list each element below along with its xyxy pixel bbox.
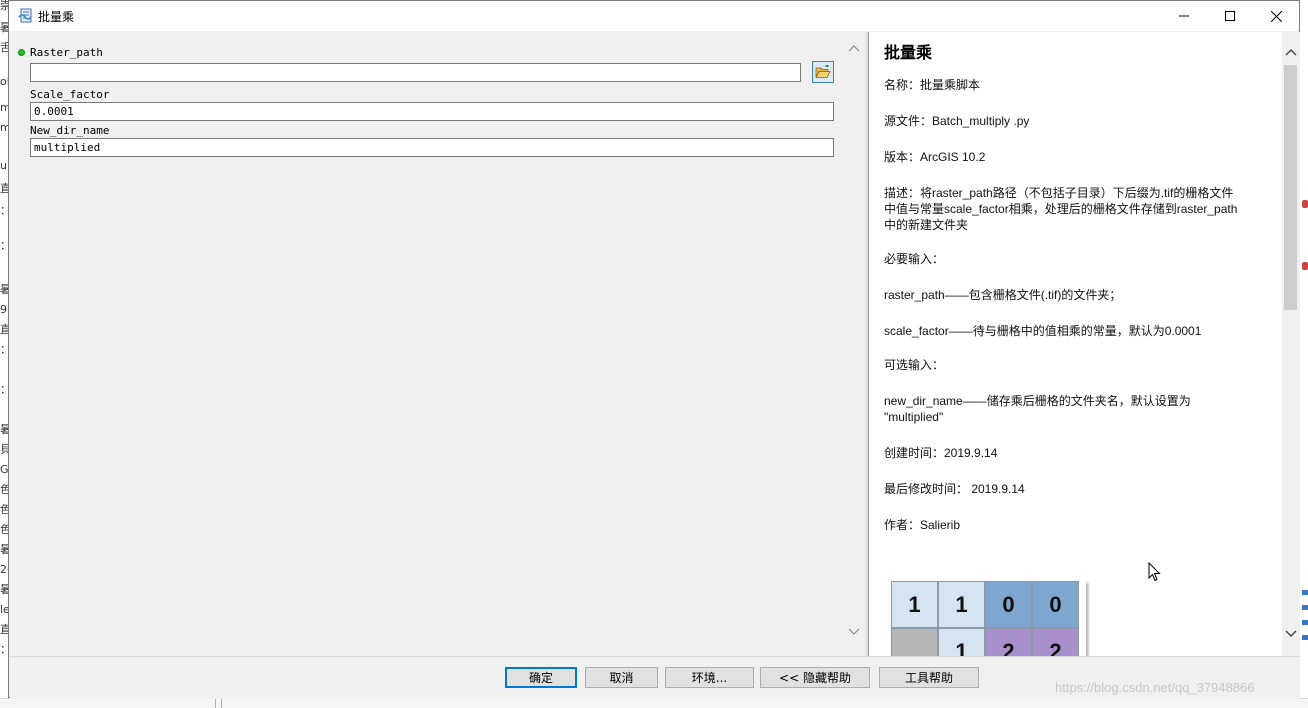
parameters-scrollbar[interactable]: [846, 44, 862, 650]
required-indicator-icon: [18, 49, 25, 56]
grid-cell: 1: [938, 628, 985, 656]
help-title: 批量乘: [884, 43, 933, 62]
background-glyph: 9: [0, 303, 7, 316]
environments-button[interactable]: 环境...: [665, 667, 754, 688]
scale-factor-input[interactable]: 0.0001: [30, 102, 834, 121]
scroll-up-icon[interactable]: [1285, 46, 1297, 59]
watermark-text: https://blog.csdn.net/qq_37948866: [1055, 680, 1255, 695]
ok-button[interactable]: 确定: [505, 667, 577, 688]
help-required-item: raster_path——包含栅格文件(.tif)的文件夹；: [884, 288, 1122, 302]
parameters-pane: Raster_path Scale_factor 0.0001 New_dir_…: [10, 32, 866, 656]
help-panel: 批量乘 名称：批量乘脚本 源文件：Batch_multiply .py 版本：A…: [868, 32, 1283, 656]
help-description-line: 描述：将raster_path路径（不包括子目录）下后缀为.tif的栅格文件: [884, 186, 1234, 200]
script-tool-icon: [18, 8, 32, 23]
raster-grid-illustration: 1 1 0 0 1 2 2: [891, 581, 1086, 656]
grid-cell: 2: [1032, 628, 1079, 656]
help-scrollbar[interactable]: [1282, 32, 1300, 656]
minimize-button[interactable]: [1161, 1, 1207, 31]
help-optional-heading: 可选输入：: [884, 358, 945, 372]
help-author: 作者：Salierib: [884, 518, 961, 532]
grid-cell: [891, 628, 938, 656]
help-source: 源文件：Batch_multiply .py: [884, 114, 1030, 128]
scroll-down-icon[interactable]: [848, 628, 860, 639]
raster-path-label: Raster_path: [30, 46, 103, 59]
help-modified-date: 最后修改时间： 2019.9.14: [884, 482, 1025, 496]
help-required-item: scale_factor——待与栅格中的值相乘的常量，默认为0.0001: [884, 324, 1202, 338]
new-dir-name-label: New_dir_name: [30, 124, 110, 137]
raster-path-input[interactable]: [30, 63, 801, 82]
help-version: 版本：ArcGIS 10.2: [884, 150, 986, 164]
scrollbar-thumb[interactable]: [1284, 65, 1297, 310]
scale-factor-label: Scale_factor: [30, 88, 110, 101]
hide-help-button[interactable]: << 隐藏帮助: [760, 667, 870, 688]
background-marker: [1302, 590, 1308, 595]
help-created-date: 创建时间：2019.9.14: [884, 446, 998, 460]
background-marker: [1302, 620, 1308, 625]
background-app-right-edge: [1300, 0, 1308, 707]
background-marker: [1302, 262, 1308, 270]
browse-folder-button[interactable]: [812, 61, 834, 83]
tool-dialog-window: 批量乘 Raster_path Scale_factor 0.0001 New_…: [8, 0, 1300, 699]
grid-cell: 1: [891, 581, 938, 628]
help-optional-item: "multiplied": [884, 410, 944, 424]
scroll-up-icon[interactable]: [848, 44, 860, 55]
help-optional-item: new_dir_name——储存乘后栅格的文件夹名，默认设置为: [884, 394, 1191, 408]
maximize-button[interactable]: [1207, 1, 1253, 31]
maximize-icon: [1225, 11, 1235, 21]
grid-cell: 0: [1032, 581, 1079, 628]
window-title: 批量乘: [38, 10, 75, 24]
grid-cell: 2: [985, 628, 1032, 656]
help-name: 名称：批量乘脚本: [884, 78, 981, 92]
folder-open-icon: [815, 65, 831, 78]
title-bar[interactable]: 批量乘: [9, 1, 1299, 31]
tool-help-button[interactable]: 工具帮助: [879, 667, 979, 688]
help-description-line: 中值与常量scale_factor相乘，处理后的栅格文件存储到raster_pa…: [884, 202, 1238, 216]
minimize-icon: [1179, 15, 1189, 17]
new-dir-name-input[interactable]: multiplied: [30, 138, 834, 157]
mouse-cursor-icon: [1148, 562, 1161, 582]
help-required-heading: 必要输入：: [884, 252, 945, 266]
help-description-line: 中的新建文件夹: [884, 218, 969, 232]
background-marker: [1302, 605, 1308, 610]
scroll-down-icon[interactable]: [1285, 628, 1297, 641]
background-marker: [1302, 635, 1308, 640]
close-icon: [1270, 10, 1282, 22]
close-button[interactable]: [1253, 1, 1299, 31]
cancel-button[interactable]: 取消: [585, 667, 658, 688]
grid-cell: 1: [938, 581, 985, 628]
grid-cell: 0: [985, 581, 1032, 628]
background-marker: [1302, 200, 1308, 208]
